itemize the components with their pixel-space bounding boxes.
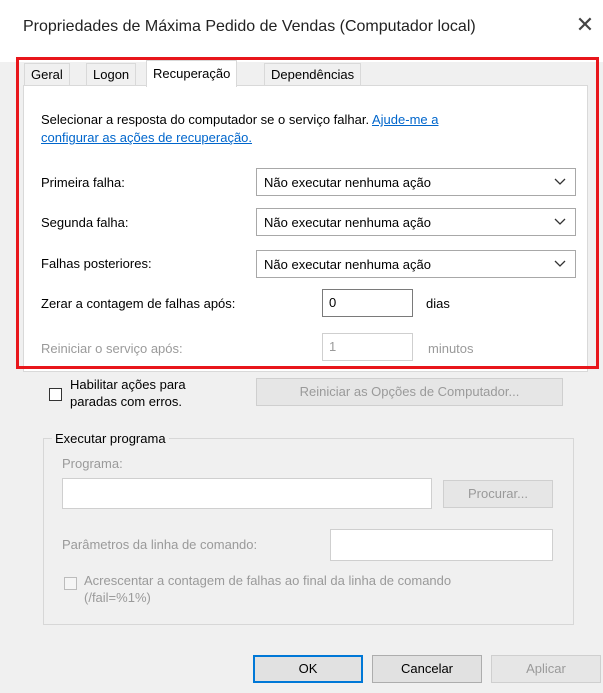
reset-count-input[interactable]: 0 [322,289,413,317]
params-label: Parâmetros da linha de comando: [62,537,258,552]
second-failure-label: Segunda falha: [41,215,129,230]
params-input[interactable] [330,529,553,561]
restart-service-unit: minutos [428,341,474,356]
second-failure-select[interactable]: Não executar nenhuma ação [256,208,576,236]
reset-count-label: Zerar a contagem de falhas após: [41,296,236,311]
chevron-down-icon [554,218,566,225]
recovery-description: Selecionar a resposta do computador se o… [41,112,438,127]
stop-errors-label-line1: Habilitar ações para [70,377,186,392]
description-text: Selecionar a resposta do computador se o… [41,112,370,127]
tab-recuperacao[interactable]: Recuperação [146,60,238,87]
first-failure-label: Primeira falha: [41,175,125,190]
run-program-group-label: Executar programa [52,431,169,446]
reset-count-unit: dias [426,296,450,311]
second-failure-value: Não executar nenhuma ação [264,215,431,230]
close-icon[interactable]: ✕ [574,14,596,36]
restart-service-label: Reiniciar o serviço após: [41,341,183,356]
chevron-down-icon [554,260,566,267]
program-label: Programa: [62,456,123,471]
stop-errors-checkbox[interactable] [49,388,62,401]
cancel-button[interactable]: Cancelar [372,655,482,683]
first-failure-select[interactable]: Não executar nenhuma ação [256,168,576,196]
tab-dependencias[interactable]: Dependências [264,63,362,85]
stop-errors-label-line2: paradas com erros. [70,394,182,409]
program-input[interactable] [62,478,432,509]
title-bar: Propriedades de Máxima Pedido de Vendas … [0,0,603,62]
chevron-down-icon [554,178,566,185]
window-title: Propriedades de Máxima Pedido de Vendas … [23,18,476,35]
apply-button[interactable]: Aplicar [491,655,601,683]
restart-computer-options-button[interactable]: Reiniciar as Opções de Computador... [256,378,563,406]
help-link-continued[interactable]: configurar as ações de recuperação. [41,130,252,145]
append-fail-count-checkbox[interactable] [64,577,77,590]
subsequent-failures-value: Não executar nenhuma ação [264,257,431,272]
help-link[interactable]: Ajude-me a [372,112,438,127]
restart-service-input[interactable]: 1 [322,333,413,361]
ok-button[interactable]: OK [253,655,363,683]
subsequent-failures-label: Falhas posteriores: [41,256,152,271]
tab-geral[interactable]: Geral [24,63,70,85]
tab-logon[interactable]: Logon [86,63,137,85]
append-fail-count-label-line1: Acrescentar a contagem de falhas ao fina… [84,573,452,588]
subsequent-failures-select[interactable]: Não executar nenhuma ação [256,250,576,278]
browse-button[interactable]: Procurar... [443,480,553,508]
first-failure-value: Não executar nenhuma ação [264,175,431,190]
append-fail-count-label-line2: (/fail=%1%) [84,590,151,605]
